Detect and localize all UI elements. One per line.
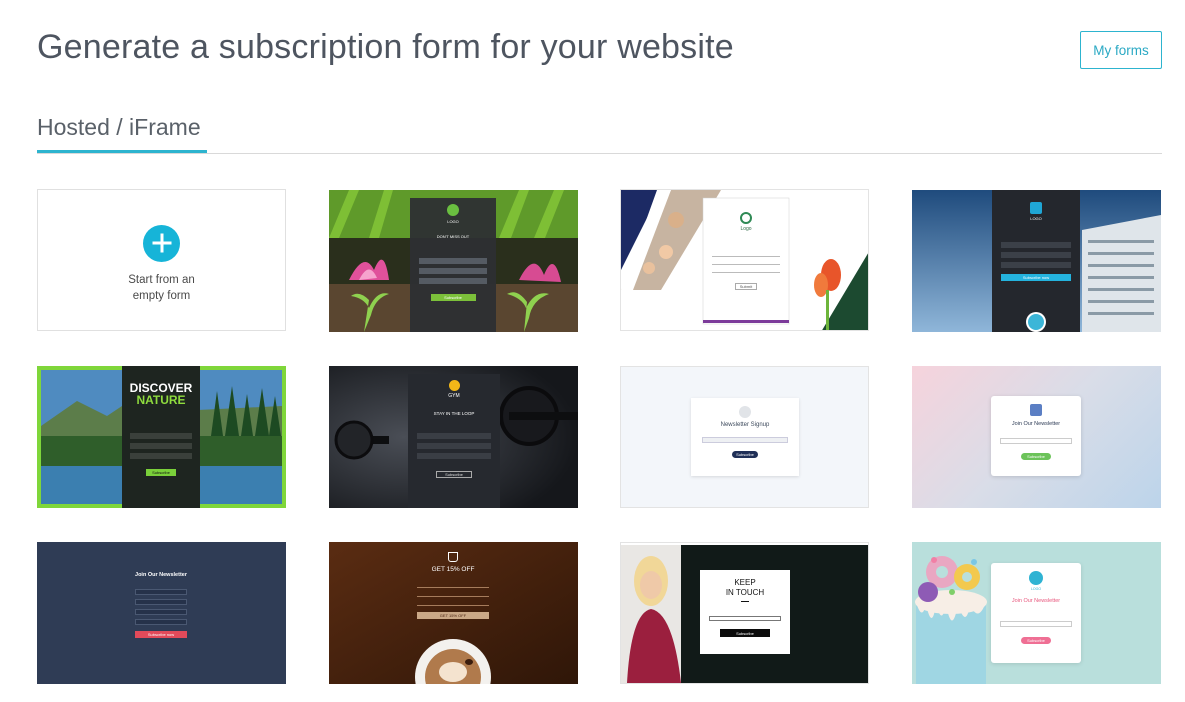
- mini-field: [135, 619, 187, 625]
- mini-field: [135, 589, 187, 595]
- template-form-panel: LOGO DON'T MISS OUT Subscribe: [410, 204, 496, 301]
- logo-icon: [740, 212, 752, 224]
- mini-field: [711, 261, 781, 265]
- template-form-panel: Join Our Newsletter Subscribe now: [135, 572, 187, 638]
- page-title: Generate a subscription form for your we…: [37, 28, 734, 66]
- mini-field: [135, 609, 187, 615]
- logo-icon: [1030, 202, 1042, 214]
- template-card-realestate[interactable]: LOGO Subscribe now: [912, 190, 1161, 332]
- template-form-panel: GYM STAY IN THE LOOP Subscribe: [408, 380, 500, 478]
- envelope-icon: [739, 406, 751, 418]
- gym-logo-icon: [448, 380, 460, 391]
- logo-icon: [1029, 571, 1043, 585]
- mini-field: [417, 443, 491, 449]
- template-form-panel: LOGO Subscribe now: [992, 202, 1080, 281]
- template-card-newsletter-signup[interactable]: Newsletter Signup Subscribe: [620, 366, 869, 508]
- template-card-discover-nature[interactable]: DISCOVER NATURE Subscribe: [37, 366, 286, 508]
- leaf-logo-icon: [447, 204, 459, 216]
- template-form-panel: KEEP IN TOUCH Subscribe: [700, 578, 790, 637]
- logo-icon: [1030, 404, 1042, 416]
- mini-field: [418, 268, 488, 274]
- template-card-nature-dark[interactable]: LOGO DON'T MISS OUT Subscribe: [329, 190, 578, 332]
- mini-field: [417, 453, 491, 459]
- mini-field: [129, 453, 193, 459]
- mini-field: [135, 599, 187, 605]
- template-card-coffee[interactable]: GET 15% OFF GET 15% OFF: [329, 542, 578, 684]
- plus-icon: [143, 224, 180, 262]
- mini-field: [418, 278, 488, 284]
- empty-form-label: Start from an empty form: [128, 273, 195, 302]
- mini-field: [417, 433, 491, 439]
- mini-field: [129, 443, 193, 449]
- template-card-gym[interactable]: GYM STAY IN THE LOOP Subscribe: [329, 366, 578, 508]
- template-card-keep-in-touch[interactable]: KEEP IN TOUCH Subscribe: [620, 542, 869, 684]
- template-form-panel: Newsletter Signup Subscribe: [691, 398, 799, 476]
- my-forms-button[interactable]: My forms: [1080, 31, 1162, 69]
- mini-field: [418, 258, 488, 264]
- mini-field: [1000, 621, 1072, 627]
- template-form-panel: Logo Submit: [703, 212, 789, 290]
- mini-field: [711, 269, 781, 273]
- template-form-panel: Join Our Newsletter Subscribe: [991, 396, 1081, 476]
- template-form-panel: LOGO Join Our Newsletter Subscribe: [991, 563, 1081, 663]
- template-card-cake[interactable]: LOGO Join Our Newsletter Subscribe: [912, 542, 1161, 684]
- mini-field: [417, 583, 489, 588]
- divider: [741, 601, 749, 602]
- template-form-panel: GET 15% OFF GET 15% OFF: [417, 552, 489, 619]
- mini-field: [417, 601, 489, 606]
- tab-hosted-iframe[interactable]: Hosted / iFrame: [37, 114, 201, 141]
- template-card-join-newsletter-gradient[interactable]: Join Our Newsletter Subscribe: [912, 366, 1161, 508]
- empty-form-card[interactable]: Start from an empty form: [37, 189, 286, 331]
- coffee-cup-icon: [448, 552, 458, 562]
- mini-field: [1000, 242, 1072, 248]
- mini-field: [711, 253, 781, 257]
- mini-field: [1000, 262, 1072, 268]
- mini-field: [417, 592, 489, 597]
- mini-field: [709, 616, 781, 621]
- mini-field: [1000, 252, 1072, 258]
- template-card-family[interactable]: Logo Submit: [620, 189, 869, 331]
- mini-field: [1000, 438, 1072, 444]
- template-form-panel: DISCOVER NATURE Subscribe: [129, 381, 193, 476]
- template-card-navy-newsletter[interactable]: Join Our Newsletter Subscribe now: [37, 542, 286, 684]
- mini-field: [129, 433, 193, 439]
- mini-field: [701, 437, 789, 443]
- tabs-divider: [37, 153, 1162, 154]
